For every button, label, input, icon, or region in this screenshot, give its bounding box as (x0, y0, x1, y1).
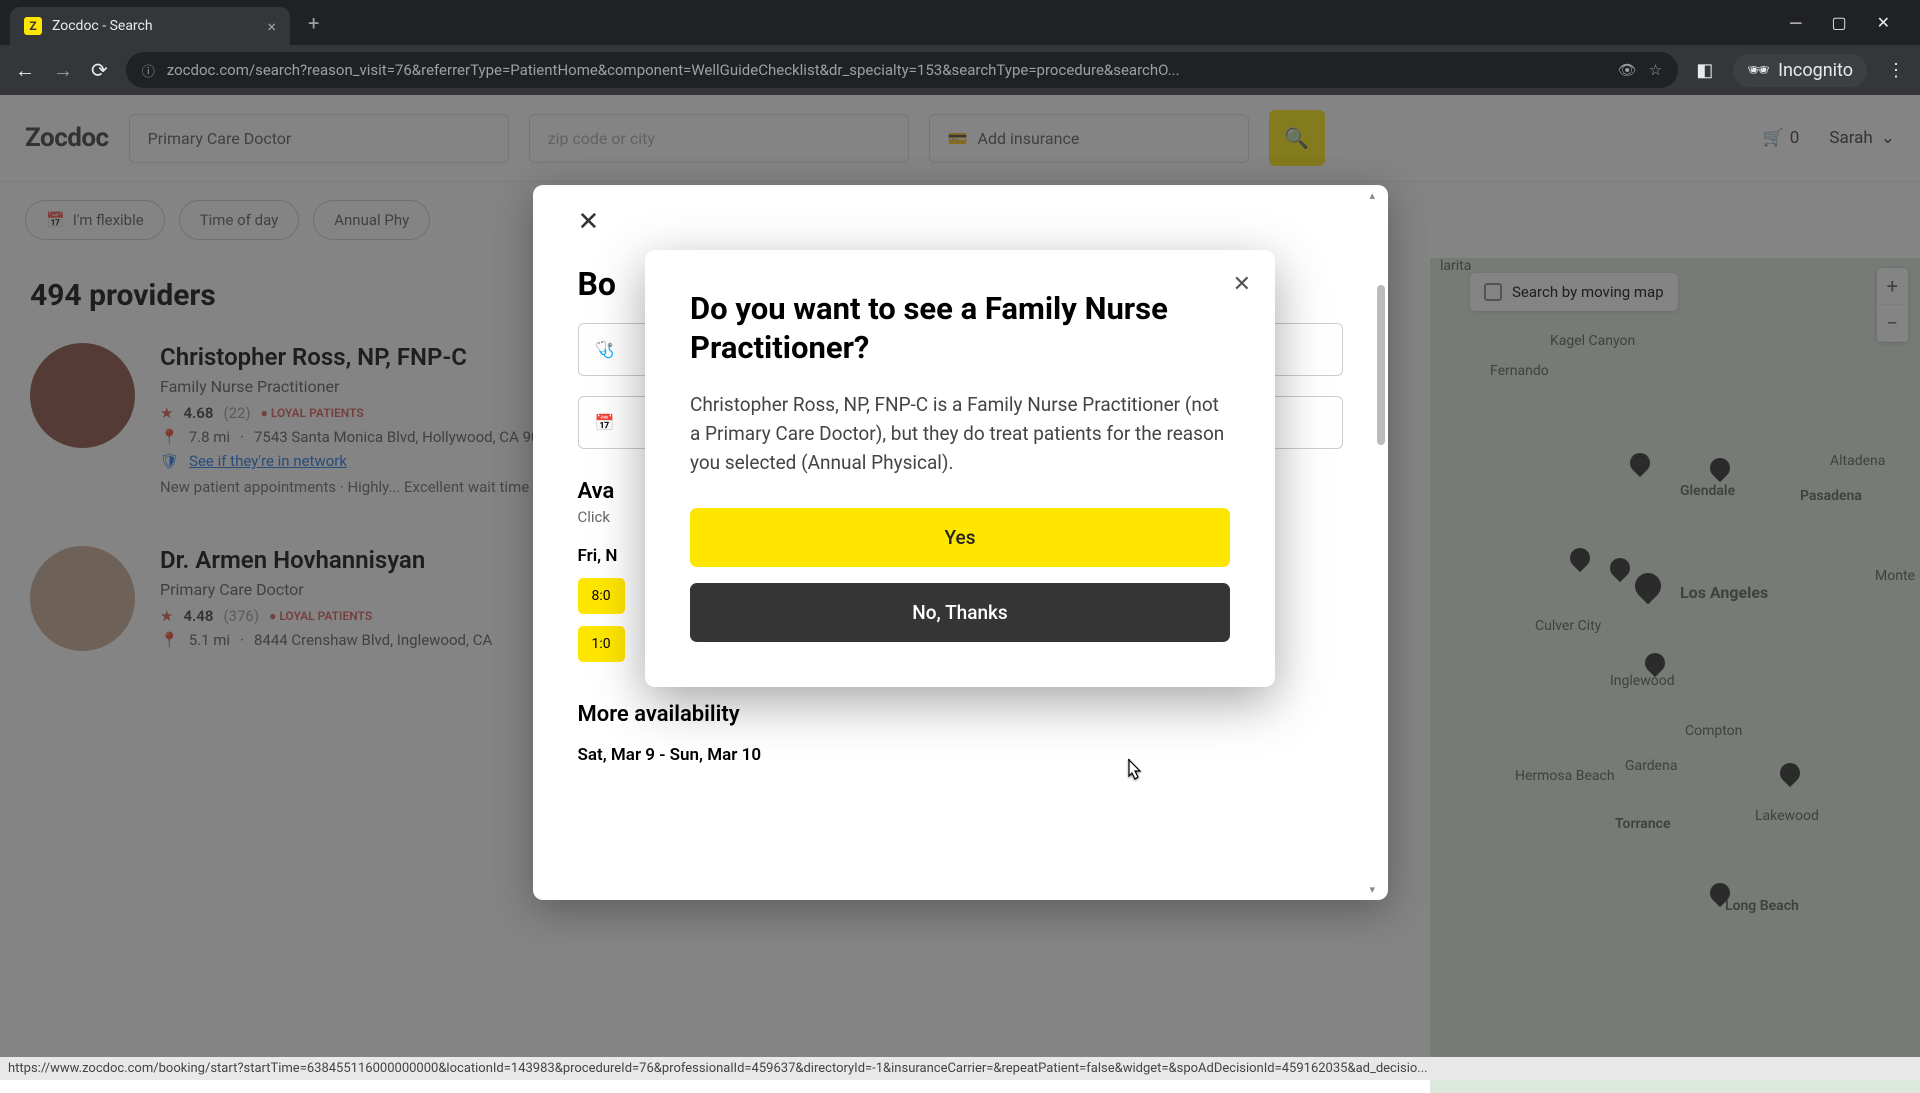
yes-button[interactable]: Yes (690, 508, 1230, 567)
site-info-icon[interactable]: ⓘ (142, 61, 155, 80)
calendar-icon: 📅 (595, 413, 615, 432)
new-tab-button[interactable]: + (298, 11, 329, 35)
browser-tab[interactable]: Z Zocdoc - Search × (10, 7, 290, 45)
confirm-body: Christopher Ross, NP, FNP-C is a Family … (690, 390, 1230, 478)
date-range: Sat, Mar 9 - Sun, Mar 10 (578, 745, 1343, 765)
browser-chrome: Z Zocdoc - Search × + ─ ▢ ✕ ← → ⟳ ⓘ zocd… (0, 0, 1920, 95)
eye-off-icon[interactable]: 👁 (1618, 61, 1637, 79)
reload-button[interactable]: ⟳ (91, 58, 108, 82)
back-button[interactable]: ← (15, 58, 35, 83)
time-slot[interactable]: 1:0 (578, 626, 625, 662)
extensions-icon[interactable]: ◧ (1696, 60, 1713, 81)
incognito-label: Incognito (1778, 60, 1853, 81)
url-box[interactable]: ⓘ zocdoc.com/search?reason_visit=76&refe… (126, 52, 1678, 88)
status-bar: https://www.zocdoc.com/booking/start?sta… (0, 1057, 1920, 1080)
confirm-modal: ✕ Do you want to see a Family Nurse Prac… (645, 250, 1275, 687)
close-icon[interactable]: ✕ (578, 207, 600, 237)
address-bar: ← → ⟳ ⓘ zocdoc.com/search?reason_visit=7… (0, 45, 1920, 95)
no-thanks-button[interactable]: No, Thanks (690, 583, 1230, 642)
tab-bar: Z Zocdoc - Search × + ─ ▢ ✕ (0, 0, 1920, 45)
scrollbar-thumb[interactable] (1377, 285, 1385, 445)
tab-close-icon[interactable]: × (267, 17, 276, 36)
close-icon[interactable]: ✕ (1233, 272, 1251, 297)
close-window-icon[interactable]: ✕ (1877, 13, 1890, 33)
toolbar-icons: ◧ 🕶 Incognito ⋮ (1696, 54, 1905, 87)
window-controls: ─ ▢ ✕ (1790, 13, 1910, 33)
stethoscope-icon: 🩺 (595, 340, 615, 359)
time-slot[interactable]: 8:0 (578, 578, 625, 614)
more-availability: More availability (578, 702, 1343, 727)
url-text: zocdoc.com/search?reason_visit=76&referr… (167, 61, 1606, 79)
incognito-icon: 🕶 (1747, 60, 1770, 81)
bookmark-icon[interactable]: ☆ (1649, 61, 1662, 79)
confirm-title: Do you want to see a Family Nurse Practi… (690, 290, 1230, 368)
favicon: Z (24, 17, 42, 35)
tab-title: Zocdoc - Search (52, 18, 257, 34)
maximize-icon[interactable]: ▢ (1831, 13, 1846, 33)
incognito-badge[interactable]: 🕶 Incognito (1733, 54, 1867, 87)
minimize-icon[interactable]: ─ (1790, 13, 1801, 33)
forward-button[interactable]: → (53, 58, 73, 83)
menu-icon[interactable]: ⋮ (1887, 60, 1905, 81)
